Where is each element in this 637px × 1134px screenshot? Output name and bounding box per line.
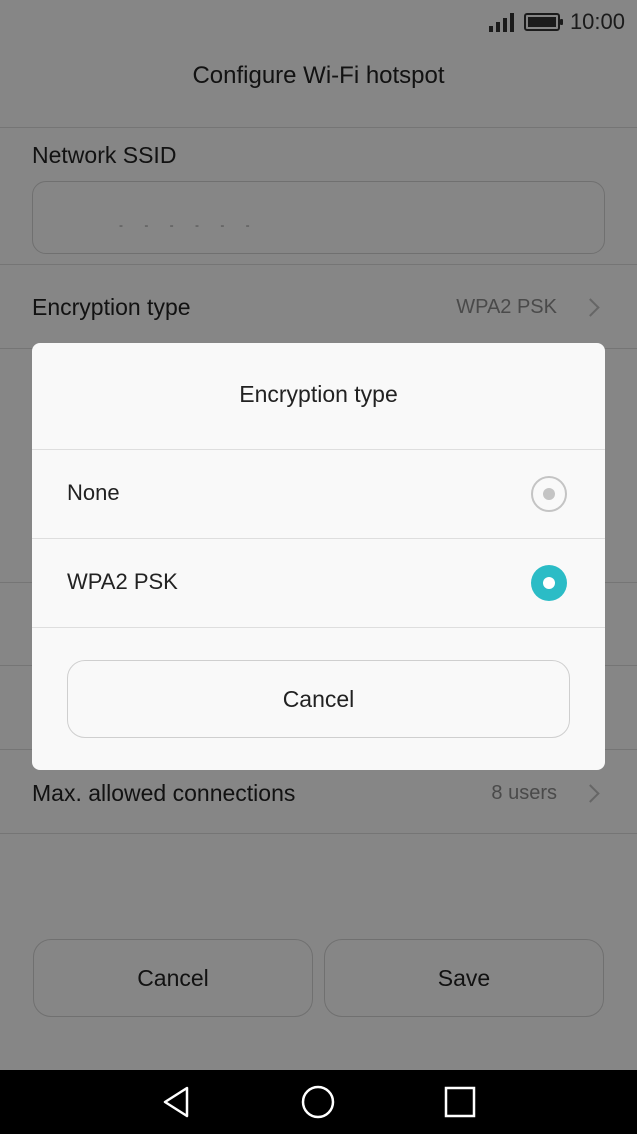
settings-screen: 10:00 Configure Wi-Fi hotspot Network SS… — [0, 0, 637, 1070]
option-wpa2-psk[interactable]: WPA2 PSK — [32, 539, 605, 627]
option-none[interactable]: None — [32, 450, 605, 538]
back-icon[interactable] — [159, 1084, 195, 1120]
recents-icon[interactable] — [442, 1084, 478, 1120]
dialog-divider — [32, 627, 605, 628]
dialog-title: Encryption type — [239, 381, 398, 407]
home-icon[interactable] — [300, 1084, 336, 1120]
navigation-bar — [0, 1070, 637, 1134]
option-label: WPA2 PSK — [67, 569, 178, 594]
dialog-cancel-button[interactable]: Cancel — [67, 660, 570, 738]
radio-selected-icon[interactable] — [531, 565, 567, 601]
radio-unselected-icon[interactable] — [531, 476, 567, 512]
option-label: None — [67, 480, 120, 505]
encryption-type-dialog: Encryption type None WPA2 PSK Cancel — [32, 343, 605, 770]
